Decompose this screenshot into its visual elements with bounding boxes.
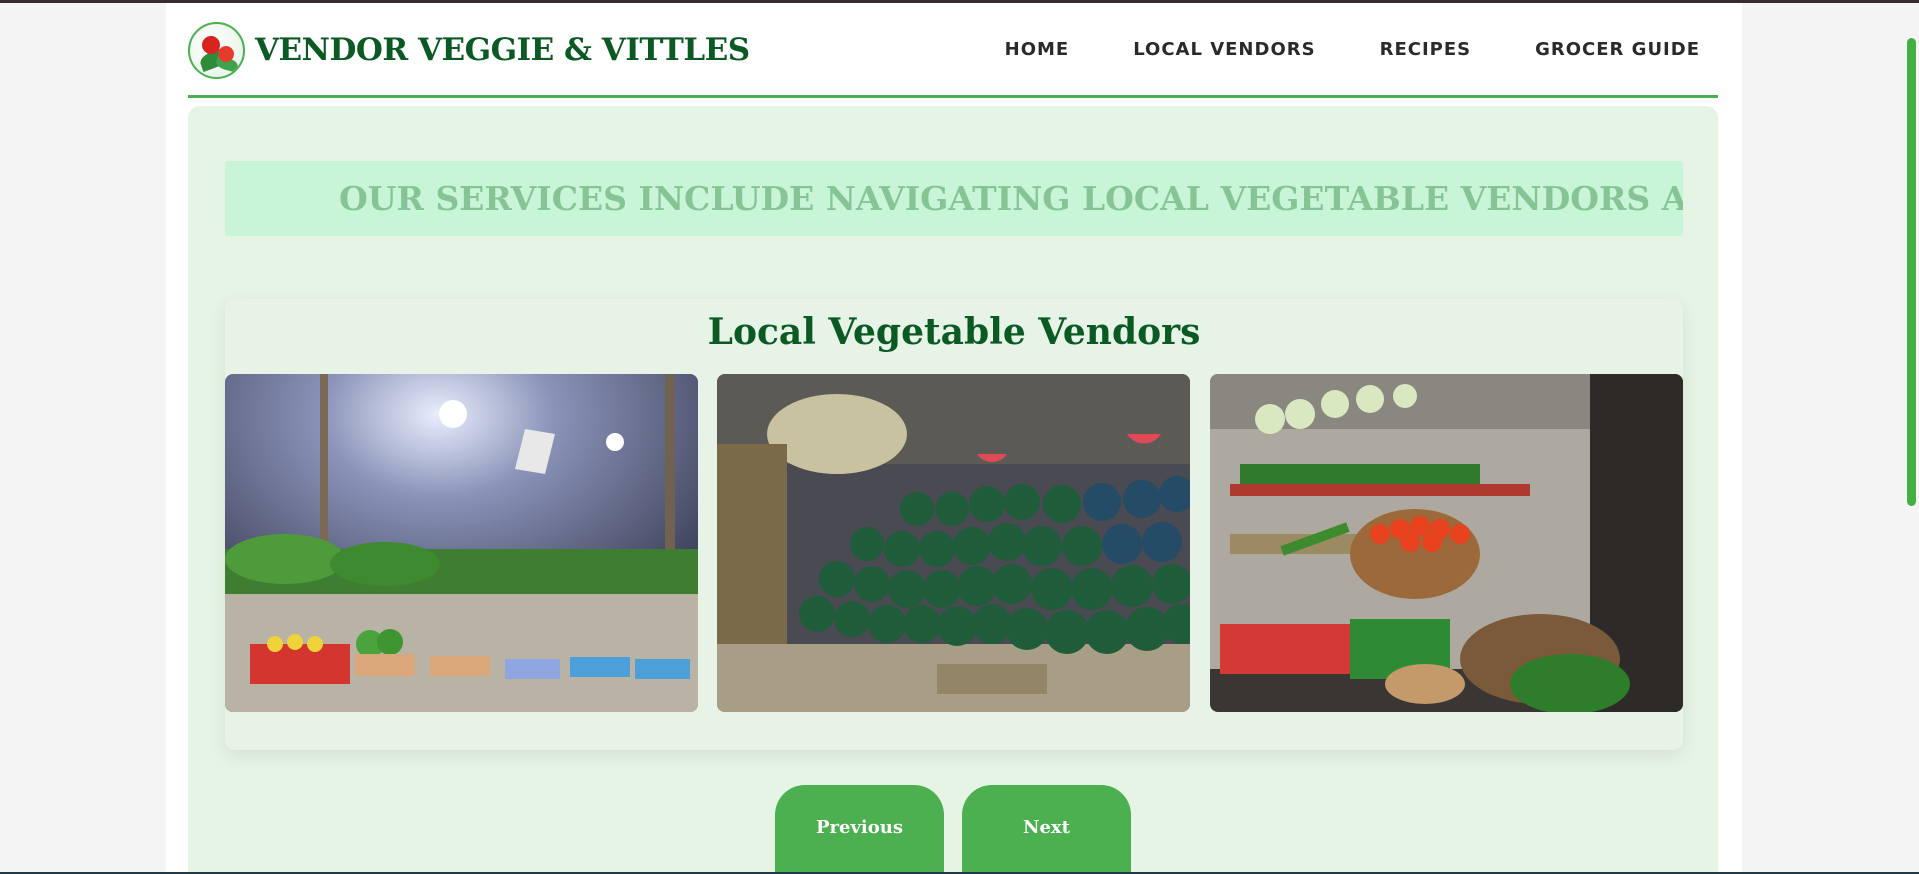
nav-item-home[interactable]: HOME: [1005, 39, 1070, 60]
nav-item-recipes[interactable]: RECIPES: [1380, 39, 1472, 60]
vendor-photo-tomato-stall[interactable]: [1210, 374, 1683, 712]
vegetable-logo-icon: [188, 21, 245, 79]
vendor-photo-watermelon-stall[interactable]: [717, 374, 1190, 712]
vendors-title: Local Vegetable Vendors: [707, 311, 1201, 353]
main-content: OUR SERVICES INCLUDE NAVIGATING LOCAL VE…: [188, 106, 1718, 874]
next-button[interactable]: Next: [962, 785, 1131, 874]
nav-item-local-vendors[interactable]: LOCAL VENDORS: [1133, 39, 1315, 60]
vendor-photo-greens-stall[interactable]: [225, 374, 698, 712]
site-title: VENDOR VEGGIE & VITTLES: [255, 32, 750, 68]
brand-logo-link[interactable]: VENDOR VEGGIE & VITTLES: [188, 21, 750, 79]
marquee-text: OUR SERVICES INCLUDE NAVIGATING LOCAL VE…: [339, 179, 1683, 218]
page-scrollbar[interactable]: [1904, 0, 1919, 874]
vendor-gallery: [225, 374, 1683, 712]
scrollbar-thumb[interactable]: [1907, 38, 1916, 506]
previous-button[interactable]: Previous: [775, 785, 944, 874]
services-marquee: OUR SERVICES INCLUDE NAVIGATING LOCAL VE…: [225, 161, 1683, 236]
gallery-pager: Previous Next: [775, 785, 1131, 874]
main-nav: HOME LOCAL VENDORS RECIPES GROCER GUIDE: [1005, 39, 1700, 60]
site-header: VENDOR VEGGIE & VITTLES HOME LOCAL VENDO…: [188, 3, 1718, 98]
page-container: VENDOR VEGGIE & VITTLES HOME LOCAL VENDO…: [166, 3, 1742, 874]
nav-item-grocer-guide[interactable]: GROCER GUIDE: [1535, 39, 1700, 60]
vendors-section: Local Vegetable Vendors: [225, 299, 1683, 750]
